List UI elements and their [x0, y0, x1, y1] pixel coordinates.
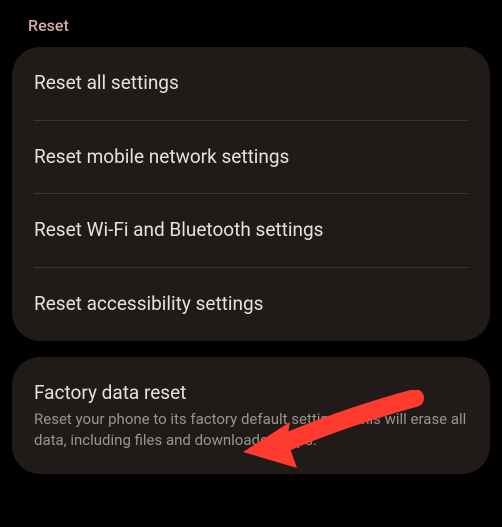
settings-item-title: Reset mobile network settings — [34, 145, 468, 170]
reset-options-card: Reset all settings Reset mobile network … — [12, 47, 490, 341]
settings-item-title: Reset accessibility settings — [34, 292, 468, 317]
settings-item-title: Reset all settings — [34, 71, 468, 96]
factory-data-reset-item[interactable]: Factory data reset Reset your phone to i… — [12, 357, 490, 474]
reset-accessibility-item[interactable]: Reset accessibility settings — [12, 268, 490, 341]
reset-wifi-bluetooth-item[interactable]: Reset Wi-Fi and Bluetooth settings — [12, 194, 490, 267]
reset-mobile-network-item[interactable]: Reset mobile network settings — [12, 121, 490, 194]
settings-item-title: Reset Wi-Fi and Bluetooth settings — [34, 218, 468, 243]
section-header: Reset — [0, 0, 502, 47]
settings-item-subtitle: Reset your phone to its factory default … — [34, 409, 468, 450]
factory-reset-card: Factory data reset Reset your phone to i… — [12, 357, 490, 474]
reset-all-settings-item[interactable]: Reset all settings — [12, 47, 490, 120]
settings-item-title: Factory data reset — [34, 381, 468, 406]
